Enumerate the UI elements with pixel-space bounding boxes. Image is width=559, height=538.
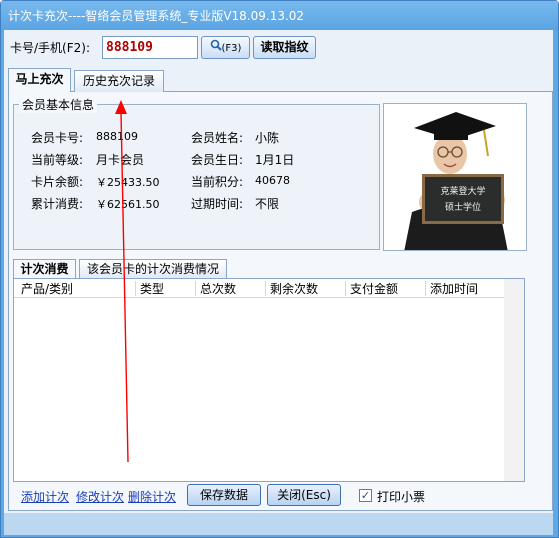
sign-line1: 克莱登大学 xyxy=(440,185,485,197)
level-label: 当前等级: xyxy=(31,153,84,167)
column-divider xyxy=(135,281,136,296)
column-header[interactable]: 添加时间 xyxy=(430,281,478,297)
column-divider xyxy=(195,281,196,296)
column-divider xyxy=(425,281,426,296)
tab-recharge[interactable]: 马上充次 xyxy=(8,68,71,92)
column-header[interactable]: 产品/类别 xyxy=(21,281,73,297)
grid-scrollbar[interactable] xyxy=(504,279,524,481)
read-fingerprint-button[interactable]: 读取指纹 xyxy=(253,36,316,59)
birthday-label: 会员生日: xyxy=(191,153,244,167)
count-grid[interactable]: 产品/类别 类型 总次数 剩余次数 支付金额 添加时间 xyxy=(13,278,525,482)
total-consume-label: 累计消费: xyxy=(31,197,84,211)
window-title: 计次卡充次----智络会员管理系统_专业版V18.09.13.02 xyxy=(1,1,558,31)
tab-history[interactable]: 历史充次记录 xyxy=(74,70,164,92)
level-value: 月卡会员 xyxy=(96,153,145,167)
member-info-title: 会员基本信息 xyxy=(19,96,98,113)
window-bottom-bar xyxy=(4,513,553,535)
tab-card-consume-detail[interactable]: 该会员卡的计次消费情况 xyxy=(79,259,227,279)
card-no-value: 888109 xyxy=(96,130,138,143)
expire-value: 不限 xyxy=(255,197,280,211)
column-header[interactable]: 支付金额 xyxy=(350,281,398,297)
search-button[interactable]: (F3) xyxy=(201,36,250,59)
print-receipt-checkbox[interactable]: ✓ xyxy=(359,489,372,502)
member-name-label: 会员姓名: xyxy=(191,131,244,145)
card-no-label: 会员卡号: xyxy=(31,131,84,145)
points-value: 40678 xyxy=(255,174,290,187)
column-header[interactable]: 总次数 xyxy=(200,281,236,297)
column-header[interactable]: 类型 xyxy=(140,281,164,297)
grid-header: 产品/类别 类型 总次数 剩余次数 支付金额 添加时间 xyxy=(14,279,504,298)
delete-count-link[interactable]: 删除计次 xyxy=(128,488,176,505)
print-receipt-label: 打印小票 xyxy=(377,490,426,504)
balance-value: ￥25433.50 xyxy=(96,176,160,189)
search-button-label: (F3) xyxy=(221,43,242,54)
sign-line2: 硕士学位 xyxy=(445,201,481,213)
tab-count-consume[interactable]: 计次消费 xyxy=(13,259,76,279)
magnifier-icon xyxy=(210,37,222,58)
member-photo: 克莱登大学 硕士学位 xyxy=(383,103,527,251)
expire-label: 过期时间: xyxy=(191,197,244,211)
balance-label: 卡片余额: xyxy=(31,175,84,189)
edit-count-link[interactable]: 修改计次 xyxy=(76,488,124,505)
total-consume-value: ￥62561.50 xyxy=(96,198,160,211)
close-button[interactable]: 关闭(Esc) xyxy=(267,484,341,506)
add-count-link[interactable]: 添加计次 xyxy=(21,488,69,505)
card-number-label: 卡号/手机(F2): xyxy=(10,41,90,55)
member-name-value: 小陈 xyxy=(255,131,280,145)
column-header[interactable]: 剩余次数 xyxy=(270,281,318,297)
save-button[interactable]: 保存数据 xyxy=(187,484,261,506)
column-divider xyxy=(345,281,346,296)
column-divider xyxy=(265,281,266,296)
points-label: 当前积分: xyxy=(191,175,244,189)
birthday-value: 1月1日 xyxy=(255,153,295,167)
card-number-input[interactable]: 888109 xyxy=(102,36,198,59)
